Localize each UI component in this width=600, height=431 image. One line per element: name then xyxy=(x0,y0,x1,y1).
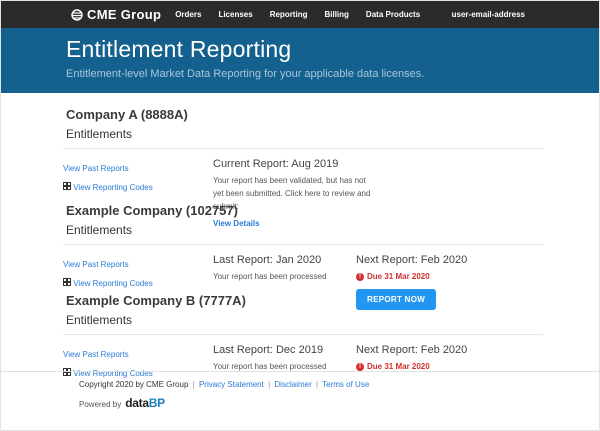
due-date-label: Due 31 Mar 2020 xyxy=(367,362,430,371)
entitlements-label: Entitlements xyxy=(63,127,543,149)
report-status-message: Your report has been processed xyxy=(213,271,371,284)
view-reporting-codes-label: View Reporting Codes xyxy=(73,183,152,192)
nav-item-licenses[interactable]: Licenses xyxy=(218,10,252,19)
current-report-title: Current Report: Aug 2019 xyxy=(213,158,356,170)
hero-banner: Entitlement Reporting Entitlement-level … xyxy=(1,28,599,93)
entitlements-label: Entitlements xyxy=(63,313,543,335)
powered-by-label: Powered by xyxy=(79,400,121,409)
nav-item-orders[interactable]: Orders xyxy=(175,10,201,19)
view-past-reports-link[interactable]: View Past Reports xyxy=(63,350,129,359)
alert-icon: ! xyxy=(356,273,364,281)
reporting-codes-icon xyxy=(63,182,71,190)
databp-logo-data: data xyxy=(125,396,148,410)
last-report-title: Last Report: Jan 2020 xyxy=(213,254,356,266)
next-report-title: Next Report: Feb 2020 xyxy=(356,344,543,356)
view-reporting-codes-link[interactable]: View Reporting Codes xyxy=(63,182,213,192)
databp-logo-bp: BP xyxy=(149,396,165,410)
nav-item-data-products[interactable]: Data Products xyxy=(366,10,420,19)
cme-group-logo[interactable]: CME Group xyxy=(71,7,161,22)
footer-separator: | xyxy=(268,380,270,389)
footer-separator: | xyxy=(193,380,195,389)
reporting-codes-icon xyxy=(63,278,71,286)
globe-icon xyxy=(71,9,83,21)
page-subtitle: Entitlement-level Market Data Reporting … xyxy=(66,68,599,80)
nav-item-billing[interactable]: Billing xyxy=(324,10,348,19)
next-report-title: Next Report: Feb 2020 xyxy=(356,254,543,266)
user-email-menu[interactable]: user-email-address xyxy=(452,10,525,19)
view-reporting-codes-label: View Reporting Codes xyxy=(73,279,152,288)
due-date-label: Due 31 Mar 2020 xyxy=(367,272,430,281)
company-heading: Example Company B (7777A) xyxy=(63,293,543,308)
entitlement-reporting-page: CME Group Orders Licenses Reporting Bill… xyxy=(0,0,600,431)
nav-item-reporting[interactable]: Reporting xyxy=(270,10,308,19)
copyright-line: Copyright 2020 by CME Group | Privacy St… xyxy=(79,380,600,389)
entitlements-label: Entitlements xyxy=(63,223,543,245)
copyright-text: Copyright 2020 by CME Group xyxy=(79,380,188,389)
footer-separator: | xyxy=(316,380,318,389)
page-title: Entitlement Reporting xyxy=(66,36,599,63)
privacy-statement-link[interactable]: Privacy Statement xyxy=(199,380,264,389)
view-reporting-codes-link[interactable]: View Reporting Codes xyxy=(63,278,213,288)
company-heading: Example Company (102757) xyxy=(63,203,543,218)
top-navbar: CME Group Orders Licenses Reporting Bill… xyxy=(1,1,599,28)
main-nav: Orders Licenses Reporting Billing Data P… xyxy=(175,10,420,19)
view-past-reports-link[interactable]: View Past Reports xyxy=(63,260,129,269)
logo-text: CME Group xyxy=(87,7,161,22)
terms-of-use-link[interactable]: Terms of Use xyxy=(322,380,369,389)
view-past-reports-link[interactable]: View Past Reports xyxy=(63,164,129,173)
powered-by-line: Powered by dataBP xyxy=(79,396,600,410)
disclaimer-link[interactable]: Disclaimer xyxy=(274,380,311,389)
alert-icon: ! xyxy=(356,363,364,371)
last-report-title: Last Report: Dec 2019 xyxy=(213,344,356,356)
databp-logo[interactable]: dataBP xyxy=(125,396,165,410)
due-date: ! Due 31 Mar 2020 xyxy=(356,362,543,371)
due-date: ! Due 31 Mar 2020 xyxy=(356,272,543,281)
company-section-example-b: Example Company B (7777A) Entitlements V… xyxy=(63,293,543,378)
page-footer: Copyright 2020 by CME Group | Privacy St… xyxy=(1,371,600,410)
company-heading: Company A (8888A) xyxy=(63,107,543,122)
